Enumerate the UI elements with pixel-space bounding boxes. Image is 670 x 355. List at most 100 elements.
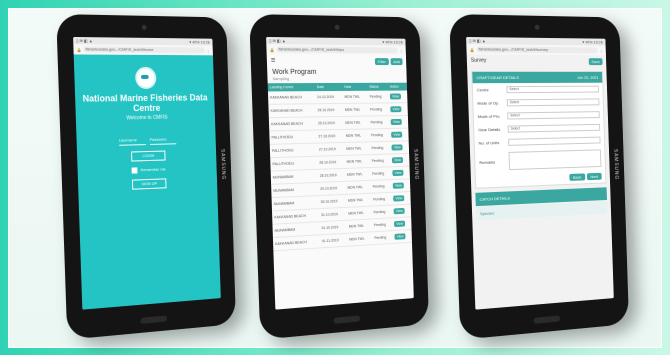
app-toolbar: ☰ Filter Add (267, 54, 407, 67)
select-field[interactable]: Select (507, 123, 601, 133)
view-button[interactable]: View (390, 106, 402, 113)
save-button[interactable]: Save (588, 57, 603, 65)
table-cell: 28.10.2019 (317, 155, 345, 170)
tablet-login: ▯ ✉ ◧ ▲ ▾ 40% 10:26 🔒 fisheriesdata.gov.… (56, 14, 237, 340)
status-right: ▾ 40% 10:26 (582, 39, 603, 45)
table-cell: Pending (370, 179, 392, 194)
password-field[interactable]: Password (149, 136, 177, 145)
view-button[interactable]: View (392, 169, 404, 177)
form-card: CRAFT/GEAR DETAILS Jun 22, 2021 Centre S… (471, 70, 607, 189)
url-field[interactable]: fisheriesdata.gov.../CMFIS_test/#/survey (476, 46, 598, 54)
username-field[interactable]: Username (118, 137, 147, 146)
table-cell: 29.10.2019 (318, 181, 346, 196)
table-cell: MDN TWL (344, 167, 371, 182)
status-left: ▯ ✉ ◧ ▲ (269, 38, 286, 44)
view-button[interactable]: View (391, 118, 402, 126)
hamburger-icon[interactable]: ☰ (271, 58, 276, 64)
table-cell: KAKKANAD BEACH (268, 116, 317, 131)
form-row: Centre Select (473, 83, 603, 97)
home-button[interactable] (333, 315, 361, 324)
signup-button[interactable]: SIGN UP (131, 178, 167, 190)
lock-icon: 🔒 (469, 46, 475, 52)
menu-icon[interactable]: ⋮ (399, 48, 403, 53)
table-cell: View (392, 229, 412, 244)
card-title: CRAFT/GEAR DETAILS (476, 74, 519, 81)
table-cell: 27.10.2019 (316, 129, 345, 144)
view-button[interactable]: View (390, 93, 401, 100)
table-cell: Pending (370, 192, 393, 207)
page-title: Work Program (272, 68, 317, 77)
view-button[interactable]: View (394, 220, 406, 228)
status-left: ▯ ✉ ◧ ▲ (76, 38, 93, 44)
lock-icon: 🔒 (76, 46, 82, 52)
table-cell: KAKKANAD BEACH (268, 103, 316, 118)
remember-checkbox[interactable] (131, 167, 138, 174)
page-title: Survey (470, 57, 487, 64)
tablet-screen: ▯ ✉ ◧ ▲ ▾ 40% 10:26 🔒 fisheriesdata.gov.… (466, 36, 614, 310)
tablet-list: ▯ ✉ ◧ ▲ ▾ 40% 10:26 🔒 fisheriesdata.gov.… (249, 14, 430, 340)
table-cell: Pending (368, 102, 390, 117)
table-body: KAKKANAD BEACH 24.10.2019 MDN TWL Pending Vi… (267, 90, 412, 251)
remember-row: Remember me (78, 165, 217, 176)
menu-icon[interactable]: ⋮ (599, 48, 603, 53)
table-cell: Pending (372, 230, 394, 245)
form-page: Survey Save CRAFT/GEAR DETAILS Jun 22, 2… (466, 54, 614, 310)
camera-icon (334, 24, 340, 30)
table-cell: KAKKANAD BEACH (272, 234, 321, 251)
table-cell: MDN TWL (345, 193, 372, 208)
add-button[interactable]: Add (390, 57, 403, 65)
view-button[interactable]: View (394, 233, 406, 240)
promo-scene: ▯ ✉ ◧ ▲ ▾ 40% 10:26 🔒 fisheriesdata.gov.… (0, 0, 670, 355)
remember-label: Remember me (140, 166, 166, 173)
app-toolbar: Survey Save (467, 54, 607, 67)
brand-label: SAMSUNG (612, 148, 619, 181)
view-button[interactable]: View (392, 157, 404, 164)
table-cell: 24.10.2019 (314, 90, 343, 104)
remarks-textarea[interactable] (508, 149, 602, 171)
toolbar-actions: Filter Add (374, 57, 403, 65)
table-cell: View (392, 216, 412, 231)
table-cell: Pending (371, 217, 393, 232)
table-cell: KAKKANAD BEACH (267, 91, 316, 105)
column-header: Date (314, 82, 343, 92)
column-header: Status (367, 82, 389, 91)
lock-icon: 🔒 (269, 46, 275, 52)
camera-icon (141, 24, 147, 30)
select-field[interactable]: Select (507, 111, 600, 120)
home-button[interactable] (140, 315, 168, 324)
table-cell: View (388, 90, 408, 103)
page-subtitle: Welcome to CMFIS (126, 114, 168, 122)
url-field[interactable]: fisheriesdata.gov.../CMFIS_test/#/home (83, 46, 205, 54)
table-cell: 27.10.2019 (316, 142, 345, 157)
menu-icon[interactable]: ⋮ (206, 48, 210, 53)
units-input[interactable] (508, 136, 601, 146)
url-field[interactable]: fisheriesdata.gov.../CMFIS_test/#/trips (276, 46, 398, 54)
table-cell: Pending (371, 205, 393, 219)
card-header: CRAFT/GEAR DETAILS Jun 22, 2021 (472, 71, 603, 84)
view-button[interactable]: View (393, 182, 404, 189)
view-button[interactable]: View (391, 144, 403, 151)
view-button[interactable]: View (391, 131, 403, 138)
brand-label: SAMSUNG (412, 148, 419, 181)
select-field[interactable]: Select (506, 85, 599, 94)
status-right: ▾ 40% 10:26 (189, 39, 210, 45)
column-header: Gear (342, 82, 368, 91)
camera-icon (534, 24, 540, 30)
filter-button[interactable]: Filter (374, 57, 389, 65)
table-cell: Pending (367, 90, 389, 104)
select-field[interactable]: Select (506, 98, 600, 107)
tablet-screen: ▯ ✉ ◧ ▲ ▾ 40% 10:26 🔒 fisheriesdata.gov.… (266, 36, 414, 310)
login-button[interactable]: LOGIN (131, 150, 166, 162)
table-cell: View (389, 140, 410, 155)
table-cell: Pending (368, 115, 390, 129)
back-button[interactable]: Back (569, 173, 586, 181)
table-cell: View (391, 178, 411, 193)
list-page: ☰ Filter Add Work Program Sampling Landi… (266, 54, 414, 310)
form-label: Centre (476, 87, 489, 93)
home-button[interactable] (533, 315, 561, 324)
table-cell: View (388, 102, 408, 116)
view-button[interactable]: View (393, 195, 405, 202)
view-button[interactable]: View (393, 207, 405, 215)
next-button[interactable]: Next (586, 172, 602, 181)
trip-table: Landing Centre Date Gear Status Action K… (267, 82, 412, 252)
